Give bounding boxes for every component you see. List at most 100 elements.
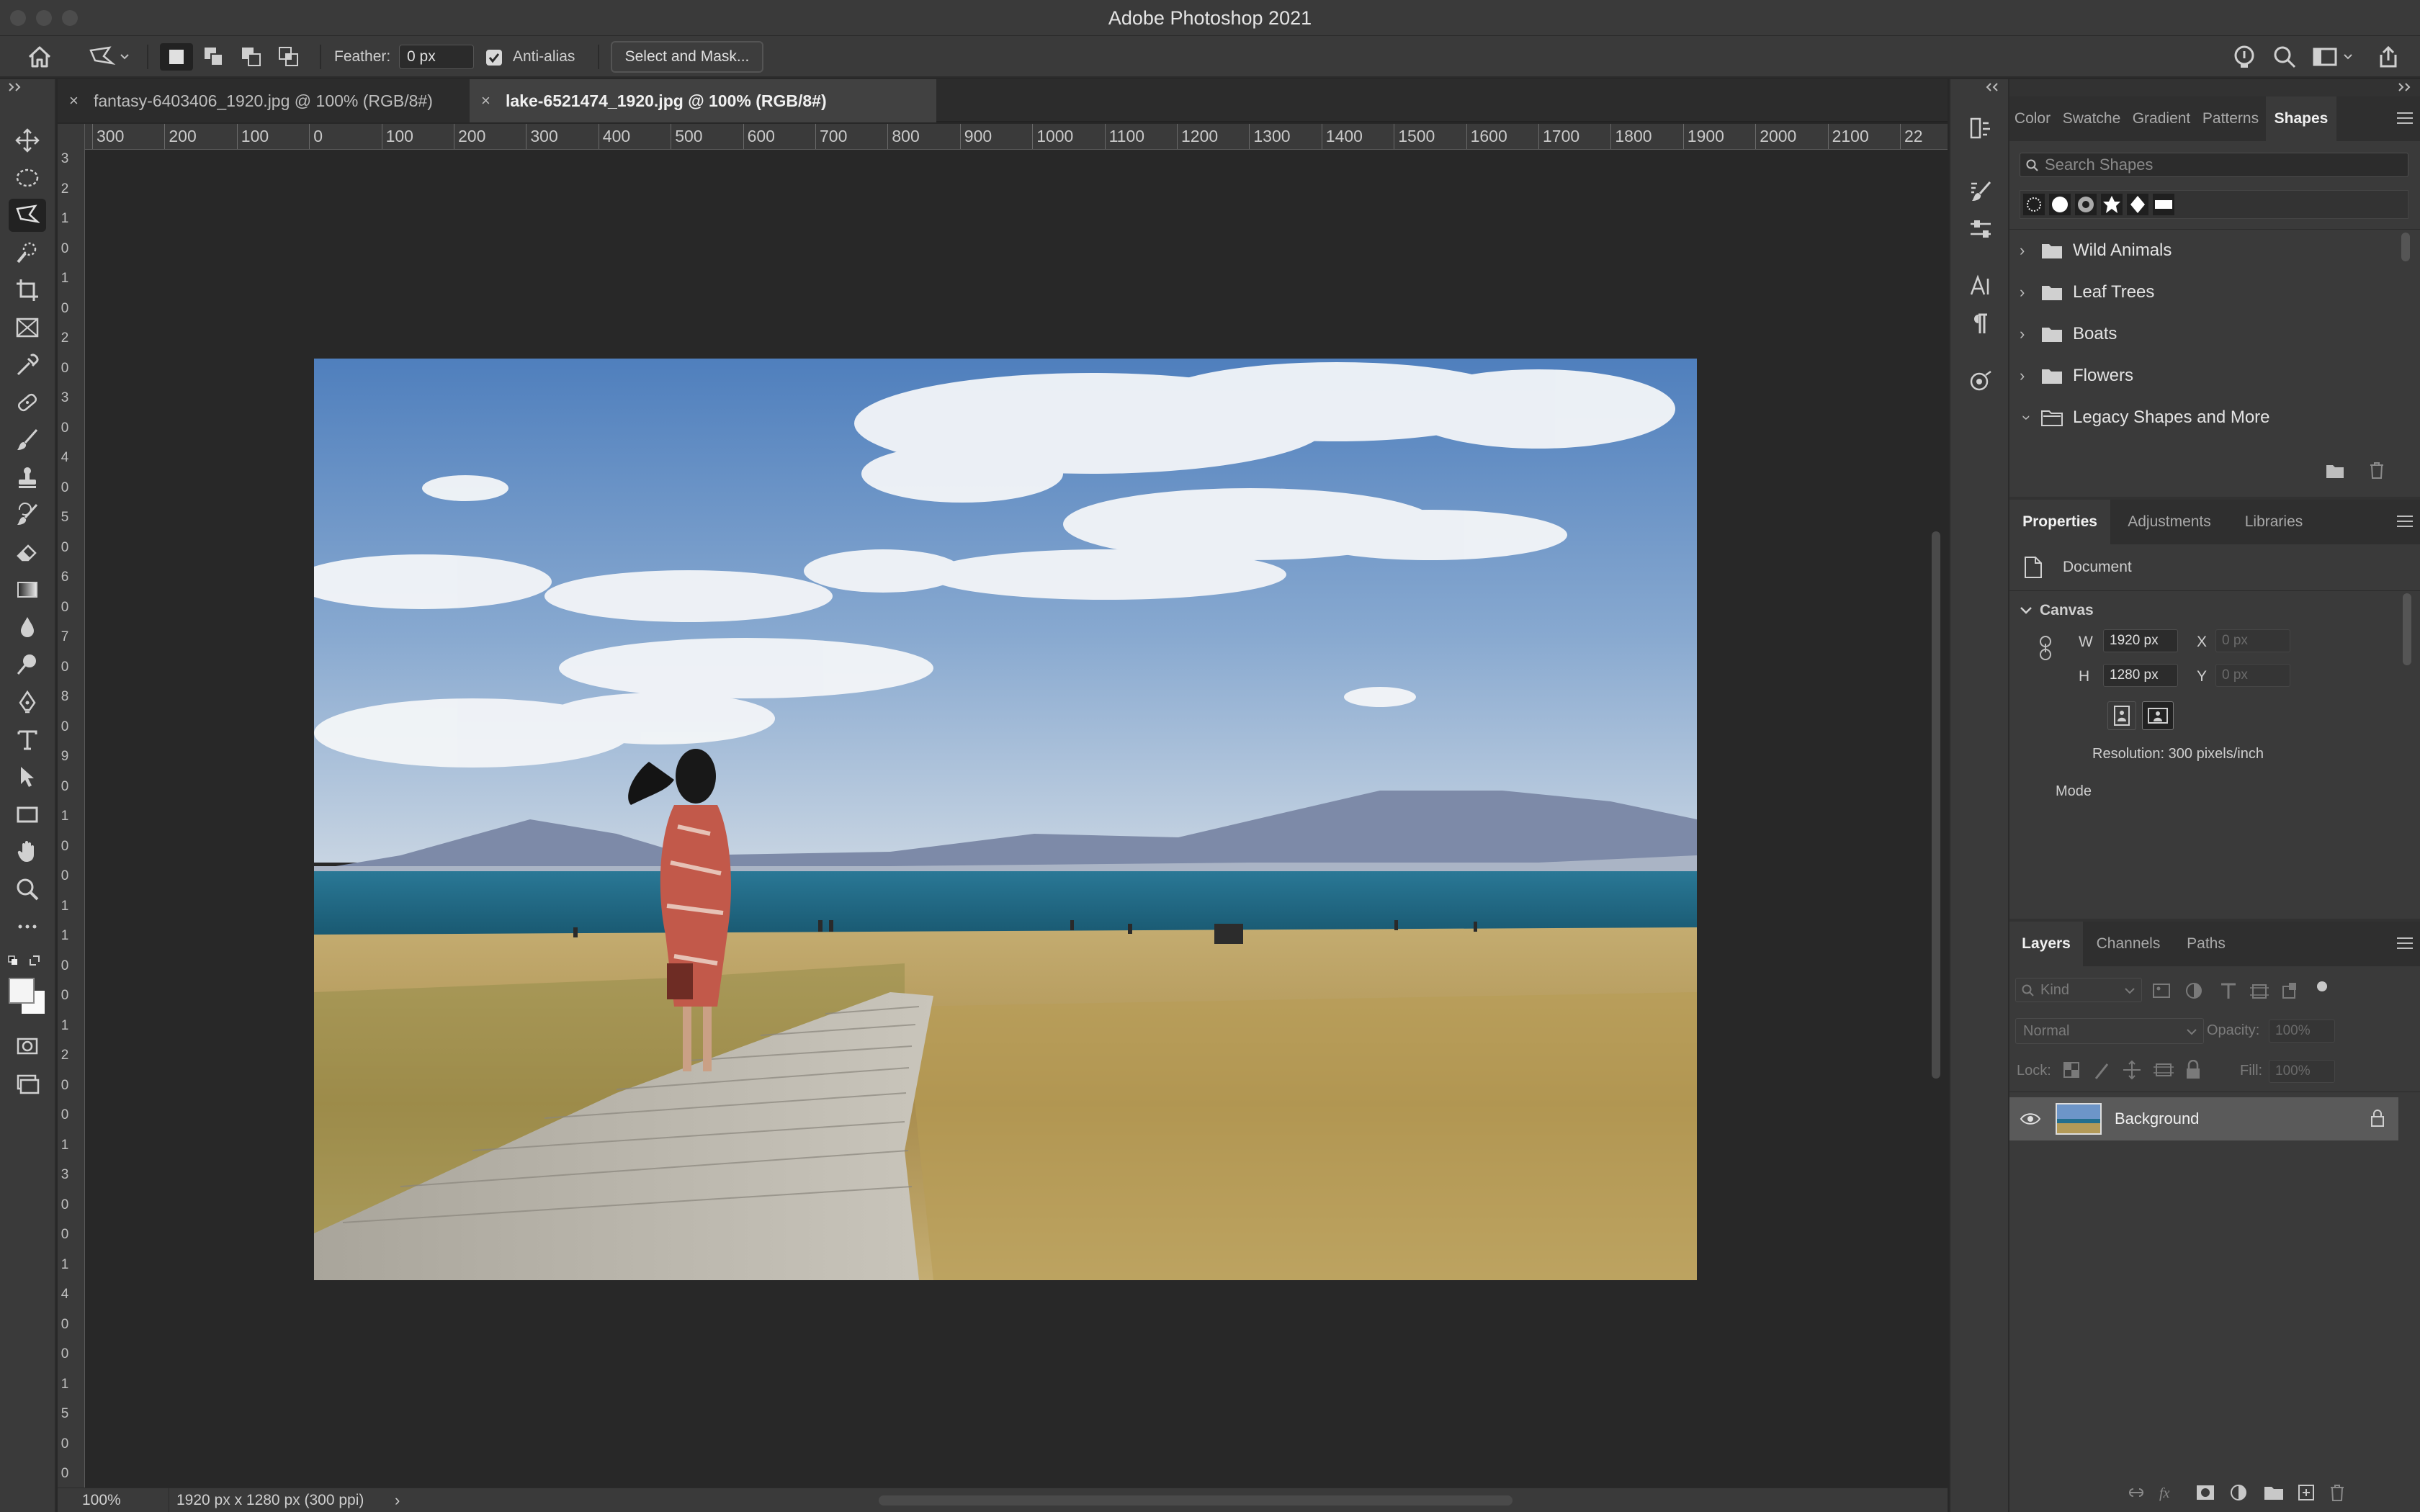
tab-channels[interactable]: Channels xyxy=(2083,922,2174,966)
clone-stamp-tool[interactable] xyxy=(9,461,46,494)
fill-input[interactable]: 100% xyxy=(2269,1060,2335,1083)
zoom-tool[interactable] xyxy=(9,873,46,906)
pen-tool[interactable] xyxy=(9,685,46,719)
marquee-tool[interactable] xyxy=(9,161,46,194)
folder-leaf-trees[interactable]: › Leaf Trees xyxy=(2009,271,2398,313)
link-icon[interactable] xyxy=(2038,635,2053,661)
healing-brush-tool[interactable] xyxy=(9,386,46,419)
vertical-scrollbar[interactable] xyxy=(1926,151,1948,1487)
layer-filter-select[interactable]: Kind xyxy=(2015,978,2142,1002)
recent-shapes-strip[interactable] xyxy=(2020,190,2408,219)
tab-gradients[interactable]: Gradient xyxy=(2128,96,2195,141)
collapse-panel-icon[interactable] xyxy=(7,82,24,92)
canvas-height-input[interactable]: 1280 px xyxy=(2103,664,2178,687)
lock-icon[interactable] xyxy=(2370,1109,2385,1128)
canvas-y-input[interactable]: 0 px xyxy=(2215,664,2290,687)
screen-mode-button[interactable] xyxy=(9,1067,46,1100)
tab-swatches[interactable]: Swatche xyxy=(2056,96,2128,141)
expand-panels-icon[interactable] xyxy=(2397,82,2414,92)
brush-tool[interactable] xyxy=(9,423,46,456)
new-selection-button[interactable] xyxy=(160,43,193,71)
layers-footer-icons[interactable]: fx xyxy=(2126,1482,2414,1503)
lock-options-icons[interactable] xyxy=(2063,1060,2221,1080)
shapes-scrollbar-thumb[interactable] xyxy=(2401,233,2410,261)
paragraph-panel-button[interactable] xyxy=(1960,307,2001,341)
quick-selection-tool[interactable] xyxy=(9,236,46,269)
portrait-orientation-button[interactable] xyxy=(2107,701,2136,730)
chevron-right-icon[interactable]: › xyxy=(2020,325,2034,343)
panel-menu-icon[interactable] xyxy=(2397,112,2413,127)
tab-color[interactable]: Color xyxy=(2009,96,2056,141)
learn-button[interactable] xyxy=(2228,43,2260,71)
tab-patterns[interactable]: Patterns xyxy=(2195,96,2266,141)
shapes-search-input[interactable]: Search Shapes xyxy=(2020,153,2408,177)
zoom-level[interactable]: 100% xyxy=(82,1488,121,1512)
folder-boats[interactable]: › Boats xyxy=(2009,313,2398,355)
eraser-tool[interactable] xyxy=(9,536,46,569)
status-menu-arrow[interactable]: › xyxy=(395,1488,400,1512)
chevron-right-icon[interactable]: › xyxy=(2020,366,2034,385)
intersect-selection-button[interactable] xyxy=(272,43,305,71)
layer-row-background[interactable]: Background xyxy=(2009,1097,2398,1140)
blend-mode-select[interactable]: Normal xyxy=(2015,1018,2204,1044)
horizontal-scrollbar-thumb[interactable] xyxy=(879,1495,1512,1506)
path-selection-tool[interactable] xyxy=(9,760,46,793)
type-tool[interactable] xyxy=(9,723,46,756)
share-button[interactable] xyxy=(2372,43,2404,71)
properties-scrollbar-thumb[interactable] xyxy=(2403,593,2411,665)
tab-shapes[interactable]: Shapes xyxy=(2266,96,2336,141)
history-panel-button[interactable] xyxy=(1960,111,2001,145)
edit-toolbar-button[interactable] xyxy=(9,910,46,943)
rectangle-tool[interactable] xyxy=(9,798,46,831)
tab-libraries[interactable]: Libraries xyxy=(2228,500,2319,544)
horizontal-ruler[interactable]: 300 200 100 0 100 200 300 400 500 600 700 800 900 100… xyxy=(85,124,1948,150)
folder-flowers[interactable]: › Flowers xyxy=(2009,355,2398,397)
quick-mask-button[interactable] xyxy=(9,1030,46,1063)
vertical-ruler[interactable]: 3 2 1 0 1 0 2 0 3 0 4 0 5 0 6 0 7 0 8 0 9 0 1 0 0 1 1 0 0 1 2 0 0 1 3 0 0 1 4 0… xyxy=(58,124,85,1488)
hand-tool[interactable] xyxy=(9,835,46,868)
folder-wild-animals[interactable]: › Wild Animals xyxy=(2009,230,2398,271)
chevron-down-icon[interactable]: › xyxy=(2017,410,2036,425)
select-and-mask-button[interactable]: Select and Mask... xyxy=(611,41,763,73)
search-button[interactable] xyxy=(2269,43,2300,71)
glyphs-panel-button[interactable] xyxy=(1960,364,2001,399)
eye-icon[interactable] xyxy=(2020,1112,2041,1126)
eyedropper-tool[interactable] xyxy=(9,348,46,382)
subtract-selection-button[interactable] xyxy=(235,43,268,71)
landscape-orientation-button[interactable] xyxy=(2142,701,2174,730)
tool-preset-picker[interactable] xyxy=(81,43,138,71)
new-group-icon[interactable] xyxy=(2325,462,2345,480)
trash-icon[interactable] xyxy=(2368,461,2385,480)
crop-tool[interactable] xyxy=(9,274,46,307)
collapse-dock-icon[interactable] xyxy=(1984,82,2001,92)
history-brush-tool[interactable] xyxy=(9,498,46,531)
workspace-switcher[interactable] xyxy=(2309,43,2360,71)
panel-menu-icon[interactable] xyxy=(2397,516,2413,531)
add-selection-button[interactable] xyxy=(197,43,230,71)
character-panel-button[interactable] xyxy=(1960,269,2001,304)
color-swatches[interactable] xyxy=(9,978,48,1017)
lasso-tool[interactable] xyxy=(9,199,46,232)
close-tab-icon[interactable]: × xyxy=(481,91,496,110)
antialias-checkbox[interactable] xyxy=(486,50,502,66)
opacity-input[interactable]: 100% xyxy=(2269,1020,2335,1043)
tab-layers[interactable]: Layers xyxy=(2009,922,2083,966)
blur-tool[interactable] xyxy=(9,611,46,644)
panel-menu-icon[interactable] xyxy=(2397,937,2413,953)
adjustments-button[interactable] xyxy=(1960,212,2001,246)
close-tab-icon[interactable]: × xyxy=(69,91,84,110)
brush-settings-button[interactable] xyxy=(1960,174,2001,209)
tab-lake-document[interactable]: × lake-6521474_1920.jpg @ 100% (RGB/8#) xyxy=(470,79,936,122)
tab-fantasy-document[interactable]: × fantasy-6403406_1920.jpg @ 100% (RGB/8… xyxy=(58,79,470,122)
chevron-right-icon[interactable]: › xyxy=(2020,241,2034,260)
canvas-x-input[interactable]: 0 px xyxy=(2215,629,2290,652)
layer-filter-icons[interactable] xyxy=(2151,981,2338,1001)
tab-paths[interactable]: Paths xyxy=(2174,922,2238,966)
document-dimensions[interactable]: 1920 px x 1280 px (300 ppi) xyxy=(169,1488,364,1512)
document-image[interactable] xyxy=(314,359,1697,1280)
chevron-right-icon[interactable]: › xyxy=(2020,283,2034,302)
feather-input[interactable]: 0 px xyxy=(399,45,474,69)
gradient-tool[interactable] xyxy=(9,573,46,606)
home-button[interactable] xyxy=(22,43,58,71)
frame-tool[interactable] xyxy=(9,311,46,344)
